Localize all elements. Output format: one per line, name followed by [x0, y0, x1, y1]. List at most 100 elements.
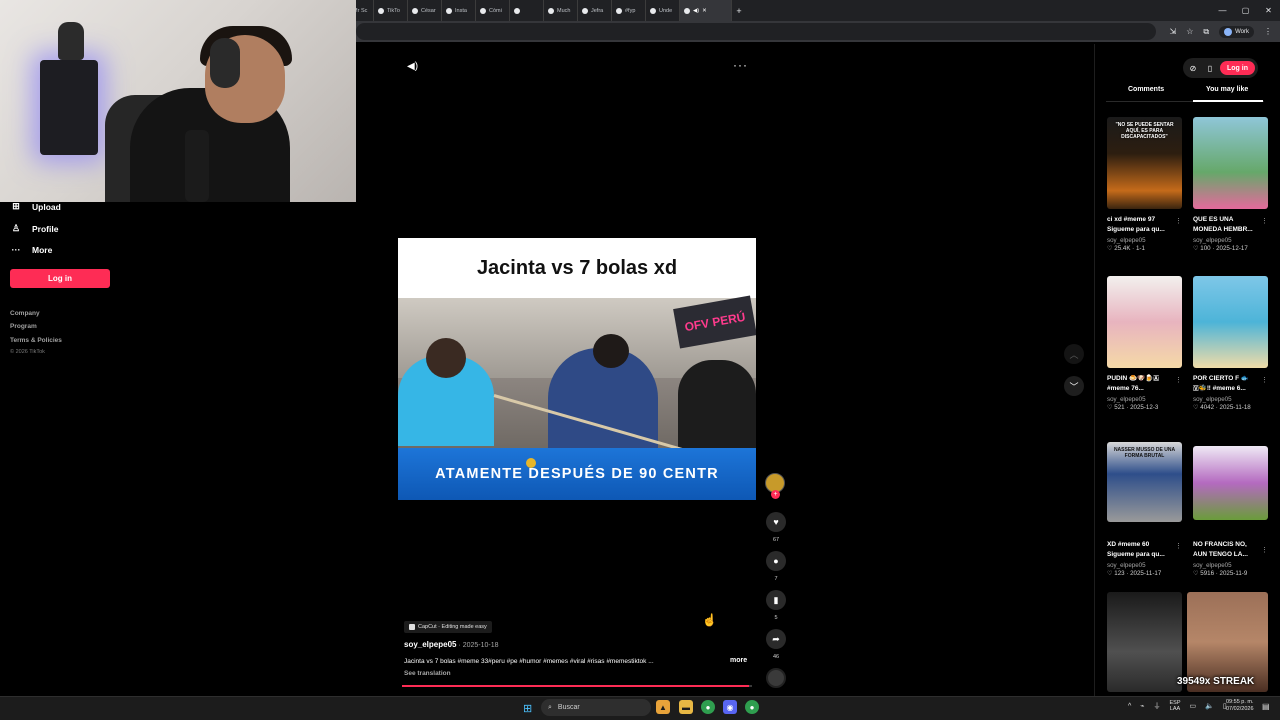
- post-date: 1-1: [1135, 245, 1145, 252]
- notification-icon[interactable]: ▤: [1262, 702, 1270, 711]
- install-app-icon[interactable]: ⇲: [1170, 27, 1177, 36]
- video-player[interactable]: Jacinta vs 7 bolas xd OFV PERÚ ATAMENTE …: [398, 238, 756, 500]
- card-menu-icon[interactable]: ⋮: [1261, 217, 1268, 225]
- card-menu-icon[interactable]: ⋮: [1175, 217, 1182, 225]
- language-indicator[interactable]: ESP LAA: [1170, 700, 1181, 712]
- monitor-icon[interactable]: ▭: [1190, 702, 1197, 710]
- capcut-icon: [409, 624, 415, 630]
- sidebar-item-more[interactable]: ··· More: [10, 245, 53, 255]
- folder-app-icon[interactable]: ▬: [679, 700, 693, 714]
- tab-favicon-icon: [616, 7, 622, 14]
- recommended-video-card[interactable]: "NO SE PUEDE SENTAR AQUÍ, ES PARA DISCAP…: [1107, 117, 1182, 252]
- title-line-2: MONEDA HEMBR...: [1193, 226, 1253, 233]
- taskbar-clock[interactable]: 09:55 p. m. 07/02/2026: [1226, 699, 1254, 713]
- maximize-icon[interactable]: ▢: [1234, 6, 1257, 15]
- footer-link-program[interactable]: Program: [10, 323, 37, 330]
- window-controls: — ▢ ✕: [1211, 0, 1280, 21]
- recommended-video-card[interactable]: NASSER MUSSO DE UNA FORMA BRUTAL XD #mem…: [1107, 442, 1182, 577]
- compass-icon[interactable]: ⊘: [1186, 61, 1200, 75]
- recommended-video-card[interactable]: [1107, 592, 1182, 692]
- tab-close-icon[interactable]: ✕: [702, 8, 707, 14]
- discord-app-icon[interactable]: ◉: [723, 700, 737, 714]
- browser-menu-icon[interactable]: ⋮: [1264, 27, 1272, 36]
- previous-video-button[interactable]: ︿: [1064, 344, 1084, 364]
- browser-tab[interactable]: [510, 0, 544, 21]
- tab-label: Jefra: [591, 7, 604, 14]
- volume-icon[interactable]: ◀): [407, 61, 418, 72]
- browser-tab[interactable]: Insta: [442, 0, 476, 21]
- close-window-icon[interactable]: ✕: [1257, 6, 1280, 15]
- new-tab-button[interactable]: +: [732, 6, 746, 16]
- login-button[interactable]: Log in: [10, 269, 110, 288]
- vlc-app-icon[interactable]: ▲: [656, 700, 670, 714]
- chrome-active-app-icon[interactable]: ●: [745, 700, 759, 714]
- recommended-video-card[interactable]: NO FRANCIS NO, AUN TENGO LA... soy_elpep…: [1193, 446, 1268, 577]
- author-name[interactable]: soy_elpepe05: [404, 640, 456, 649]
- login-button-right[interactable]: Log in: [1220, 61, 1255, 75]
- next-video-button[interactable]: ﹀: [1064, 376, 1084, 396]
- share-button[interactable]: ➦: [766, 629, 786, 649]
- more-options-icon[interactable]: ···: [733, 58, 748, 72]
- tab-audio-icon[interactable]: ◀): [693, 8, 699, 14]
- like-count: 67: [772, 537, 780, 543]
- taskbar-search[interactable]: ⌕ Buscar: [541, 699, 651, 716]
- card-menu-icon[interactable]: ⋮: [1175, 376, 1182, 384]
- usb-icon[interactable]: ⏚: [1154, 701, 1161, 711]
- like-count: 521: [1114, 404, 1125, 411]
- browser-tab[interactable]: Jefra: [578, 0, 612, 21]
- minimize-icon[interactable]: —: [1211, 6, 1234, 15]
- extensions-icon[interactable]: ⧉: [1203, 27, 1209, 37]
- chevron-up-icon[interactable]: ^: [1128, 703, 1131, 710]
- tab-favicon-icon: [378, 7, 384, 14]
- video-progress-fill: [402, 685, 749, 687]
- video-progress-bar[interactable]: [402, 685, 752, 687]
- tab-favicon-icon: [412, 7, 418, 14]
- streak-overlay: 39549x STREAK: [1177, 676, 1255, 687]
- browser-tab[interactable]: Much: [544, 0, 578, 21]
- comment-button[interactable]: ●: [766, 551, 786, 571]
- more-link[interactable]: more: [730, 657, 747, 664]
- like-button[interactable]: ♥: [766, 512, 786, 532]
- volume-icon[interactable]: 🔈: [1205, 702, 1214, 710]
- card-menu-icon[interactable]: ⋮: [1261, 376, 1268, 384]
- browser-tab[interactable]: #fyp: [612, 0, 646, 21]
- phone-icon[interactable]: ▯: [1203, 61, 1217, 75]
- video-thumbnail: [1193, 446, 1268, 520]
- save-count: 5: [774, 615, 778, 621]
- tab-you-may-like[interactable]: You may like: [1206, 86, 1248, 93]
- see-translation-link[interactable]: See translation: [404, 670, 451, 677]
- comment-icon: ●: [773, 556, 779, 566]
- video-overlay-title: Jacinta vs 7 bolas xd: [476, 256, 678, 279]
- card-menu-icon[interactable]: ⋮: [1261, 546, 1268, 554]
- recommended-video-card[interactable]: PUDIN 🍮🐶🍺🇦 #meme 76... soy_elpepe05 ♡ 52…: [1107, 276, 1182, 411]
- sidebar-item-upload[interactable]: ⊞ Upload: [10, 201, 61, 212]
- card-menu-icon[interactable]: ⋮: [1175, 542, 1182, 550]
- capcut-badge[interactable]: CapCut · Editing made easy: [404, 621, 492, 633]
- windows-start-icon[interactable]: ⊞: [523, 702, 532, 715]
- browser-tab[interactable]: Unde: [646, 0, 680, 21]
- browser-tab[interactable]: Còmi: [476, 0, 510, 21]
- recommended-video-card[interactable]: POR CIERTO F 🐟 🇻🐝‼ #meme 6... soy_elpepe…: [1193, 276, 1268, 411]
- right-panel-toolbar: ⊘ ▯ Log in: [1183, 58, 1258, 78]
- save-button[interactable]: ▮: [766, 590, 786, 610]
- address-bar[interactable]: [356, 23, 1156, 40]
- browser-tab[interactable]: TikTo: [374, 0, 408, 21]
- browser-tab-active[interactable]: ◀) ✕: [680, 0, 732, 21]
- browser-tab[interactable]: César: [408, 0, 442, 21]
- cam-microphone: [185, 130, 209, 202]
- sidebar-item-label: More: [32, 245, 53, 255]
- footer-link-terms[interactable]: Terms & Policies: [10, 337, 62, 344]
- video-card-title: ci xd #meme 97 Sigueme para qu...: [1107, 215, 1182, 235]
- keyboard-layout: LAA: [1169, 706, 1181, 712]
- profile-button[interactable]: Work: [1219, 25, 1254, 38]
- bookmark-star-icon[interactable]: ☆: [1186, 27, 1193, 36]
- chrome-app-icon[interactable]: ●: [701, 700, 715, 714]
- tab-comments[interactable]: Comments: [1128, 86, 1164, 93]
- recommended-video-card[interactable]: QUE ES UNA MONEDA HEMBR... soy_elpepe05 …: [1193, 117, 1268, 252]
- follow-plus-icon[interactable]: +: [771, 490, 780, 499]
- music-disc-avatar[interactable]: [766, 668, 786, 688]
- video-card-user: soy_elpepe05: [1107, 396, 1146, 403]
- sidebar-item-profile[interactable]: ♙ Profile: [10, 223, 59, 234]
- footer-link-company[interactable]: Company: [10, 310, 40, 317]
- network-icon[interactable]: ⌁: [1140, 702, 1144, 710]
